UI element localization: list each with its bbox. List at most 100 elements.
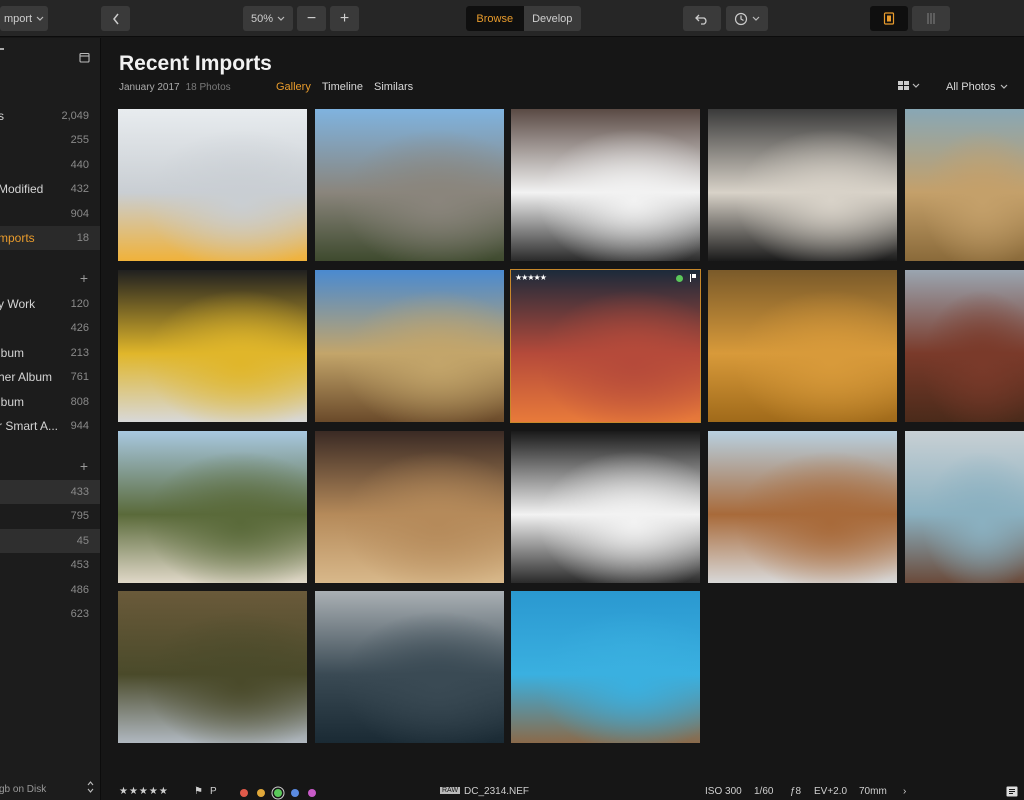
sidebar-item-count: 944 [70,420,89,432]
photo-train-crowd[interactable] [708,109,897,261]
photo-white-car[interactable] [511,109,700,261]
tab-gallery[interactable]: Gallery [276,81,311,93]
sidebar-item-count: 18 [76,232,89,244]
page-subtitle: January 2017 18 Photos [119,82,231,93]
tab-timeline[interactable]: Timeline [322,81,363,93]
photo-cinque-terre[interactable]: ★★★★★ [510,269,701,423]
sidebar-item-count: 255 [70,134,89,147]
color-label-dot[interactable] [308,789,316,797]
sidebar-item-top-1[interactable]: 255 [0,128,100,152]
adjust-panel-toggle[interactable] [912,6,950,31]
sidebar-item-folder-1[interactable]: 795 [0,504,100,528]
sidebar-scroll-marker [0,48,4,50]
photo-skyscrapers[interactable] [511,431,700,583]
sidebar-item-count: 432 [70,183,89,196]
color-label-dot[interactable] [257,789,265,797]
sidebar-item-album-4[interactable]: lbum 808 [0,390,100,414]
import-label: mport [3,12,33,25]
shutter-value: 1/60 [754,786,774,797]
photo-globe-hand[interactable] [315,431,504,583]
tab-similars[interactable]: Similars [374,81,413,93]
sidebar-item-label: lbum [0,394,25,409]
back-button[interactable] [101,6,130,31]
rating-stars[interactable]: ★★★★★ [119,786,169,797]
photo-map-coffee[interactable] [905,431,1024,583]
photo-ocean-water[interactable] [315,591,504,743]
chevron-down-icon [912,83,920,88]
zoom-label: 50% [250,12,274,25]
info-panel-toggle[interactable] [870,6,908,31]
photo-forest-hiker[interactable] [118,591,307,743]
sidebar-item-folder-0[interactable]: 433 [0,480,100,504]
sidebar-item-count: 904 [70,207,89,220]
photo-sand-dunes[interactable] [708,270,897,422]
sidebar-item-folder-4[interactable]: 486 [0,578,100,602]
sidebar-item-count: 808 [70,395,89,408]
sidebar-item-album-2[interactable]: lbum 213 [0,341,100,365]
photo-suspension-bridge[interactable] [708,431,897,583]
import-dropdown[interactable]: mport [0,6,48,31]
zoom-dropdown[interactable]: 50% [243,6,293,31]
color-label-dot[interactable] [291,789,299,797]
date-label: January 2017 [119,82,180,93]
color-label-dot[interactable] [274,789,282,797]
photo-bridge-overpass[interactable] [315,109,504,261]
chevron-down-icon [277,16,285,21]
photo-rating-overlay: ★★★★★ [515,273,547,282]
sidebar-item-folder-3[interactable]: 453 [0,553,100,577]
sidebar-item-count: 486 [70,583,89,596]
photo-brooklyn-bridge[interactable] [315,270,504,422]
sidebar-item-count: 426 [70,322,89,335]
focal-value: 70mm [859,786,887,797]
sidebar-item-label: r Smart A... [0,419,59,433]
sidebar-item-top-0[interactable]: s 2,049 [0,104,100,128]
sidebar-item-folder-2[interactable]: 45 [0,528,100,553]
undo-icon [695,14,707,25]
sidebar-item-label: y Work [0,297,36,311]
more-info-button[interactable]: › [903,786,906,797]
sidebar: + + gb on Disk s 2,049 255 440 Modified 432 90… [0,38,101,800]
panel-icon [883,12,895,25]
sidebar-item-count: 623 [70,608,89,620]
info-card-icon[interactable] [1006,786,1018,797]
zoom-out-button[interactable]: − [297,6,326,31]
sidebar-item-top-5[interactable]: mports 18 [0,226,100,250]
zoom-in-button[interactable]: + [330,6,359,31]
develop-tab[interactable]: Develop [524,6,582,31]
sidebar-item-top-3[interactable]: Modified 432 [0,177,100,201]
undo-button[interactable] [683,6,721,31]
photo-car-window-girl[interactable] [118,431,307,583]
chevron-down-icon [1000,84,1007,89]
sidebar-item-count: 453 [70,559,89,572]
add-album-button[interactable]: + [80,270,88,286]
calendar-icon [79,52,90,63]
updown-icon[interactable] [87,781,94,793]
sidebar-item-label: Modified [0,182,44,197]
flag-icon [690,274,696,282]
add-folder-button[interactable]: + [80,458,88,474]
history-dropdown[interactable] [726,6,768,31]
view-mode-dropdown[interactable] [898,81,920,90]
flag-icon[interactable]: ⚑ [194,786,203,797]
photo-desert-road[interactable] [905,109,1024,261]
sidebar-header-icon[interactable] [79,50,90,68]
sidebar-item-album-0[interactable]: y Work 120 [0,292,100,316]
photo-yellow-train[interactable] [118,270,307,422]
browse-tab[interactable]: Browse [466,6,524,31]
sidebar-item-album-1[interactable]: 426 [0,316,100,340]
mode-switch: Browse Develop [466,6,581,31]
sidebar-item-top-4[interactable]: 904 [0,202,100,226]
photo-brick-canal[interactable] [905,270,1024,422]
chevron-down-icon [752,16,760,21]
color-label-dot[interactable] [240,789,248,797]
reject-flag-icon[interactable]: P [210,786,217,797]
sidebar-item-folder-5[interactable]: 623 [0,602,100,626]
sidebar-item-album-3[interactable]: her Album 761 [0,365,100,389]
filter-label: All Photos [946,81,996,93]
filter-dropdown[interactable]: All Photos [946,81,1008,93]
photo-coast-aerial[interactable] [511,591,700,743]
photo-airplane-wing[interactable] [118,109,307,261]
main-content: Recent Imports January 2017 18 Photos Gal… [102,38,1024,800]
sidebar-item-top-2[interactable]: 440 [0,153,100,177]
sidebar-item-album-5[interactable]: r Smart A... 944 [0,414,100,438]
